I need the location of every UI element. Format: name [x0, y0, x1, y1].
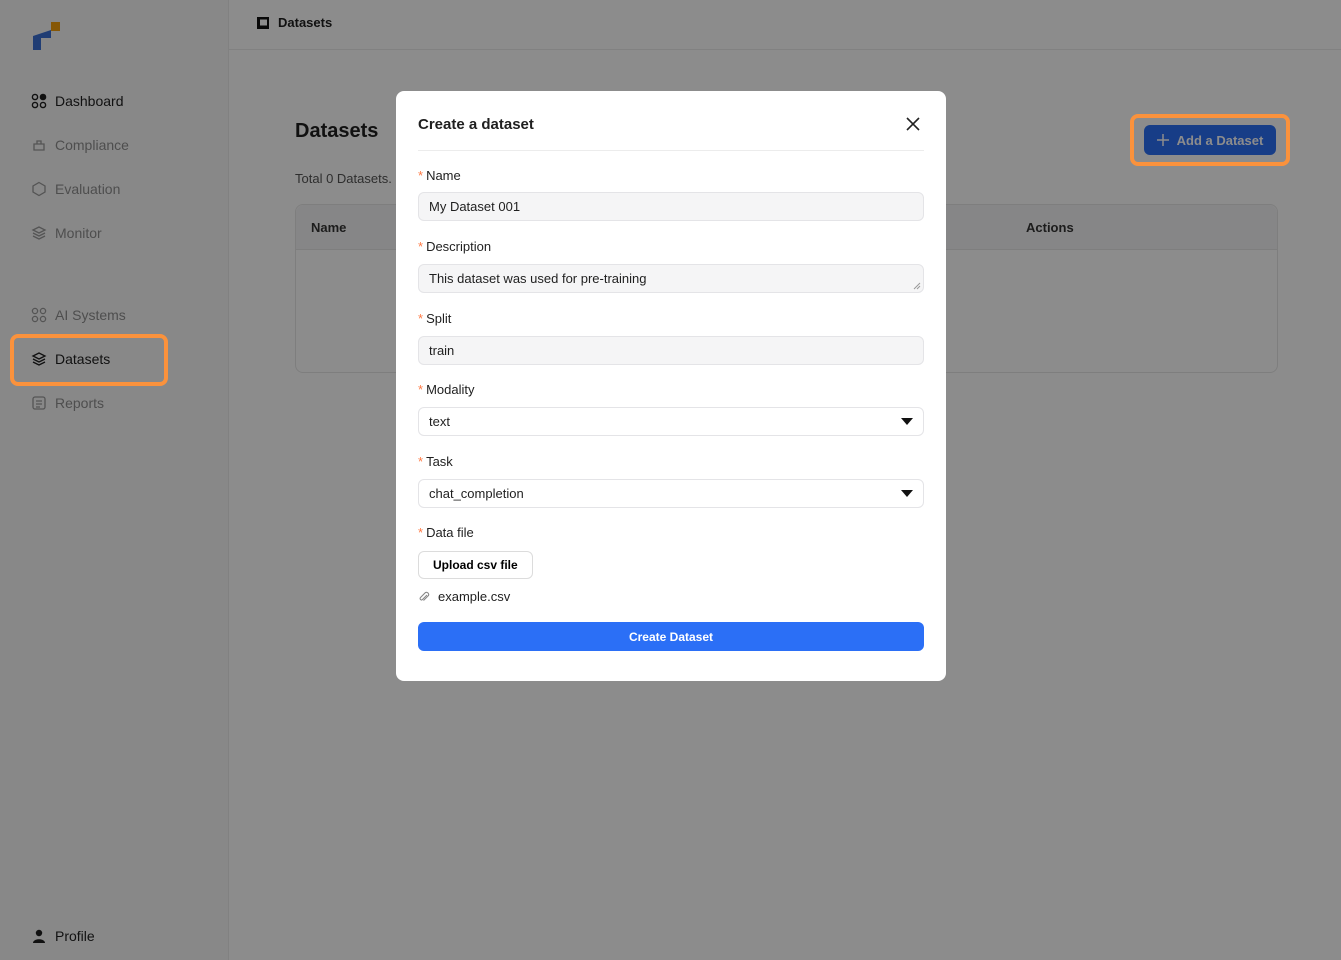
paperclip-icon	[419, 591, 430, 601]
uploaded-file[interactable]: example.csv	[418, 589, 510, 604]
close-icon[interactable]	[904, 115, 922, 133]
create-dataset-button[interactable]: Create Dataset	[418, 622, 924, 651]
file-name: example.csv	[438, 589, 511, 604]
description-label: * Description	[418, 239, 492, 254]
name-input[interactable]: My Dataset 001	[418, 192, 924, 221]
name-label: * Name	[418, 168, 461, 183]
upload-csv-button[interactable]: Upload csv file	[418, 551, 533, 579]
modal-divider	[418, 150, 924, 151]
highlight-add-dataset	[1130, 114, 1290, 166]
split-label: * Split	[418, 311, 452, 326]
task-label: * Task	[418, 454, 453, 469]
modality-select[interactable]: text	[418, 407, 924, 436]
caret-down-icon	[901, 490, 913, 497]
create-dataset-modal: Create a dataset * Name My Dataset 001 * D…	[396, 91, 946, 681]
task-select[interactable]: chat_completion	[418, 479, 924, 508]
resize-handle-icon[interactable]	[913, 282, 921, 290]
modality-label: * Modality	[418, 382, 475, 397]
data-file-label: * Data file	[418, 525, 474, 540]
description-textarea[interactable]: This dataset was used for pre-training	[418, 264, 924, 293]
modal-title: Create a dataset	[418, 116, 534, 133]
caret-down-icon	[901, 418, 913, 425]
split-input[interactable]: train	[418, 336, 924, 365]
highlight-datasets	[10, 334, 168, 386]
